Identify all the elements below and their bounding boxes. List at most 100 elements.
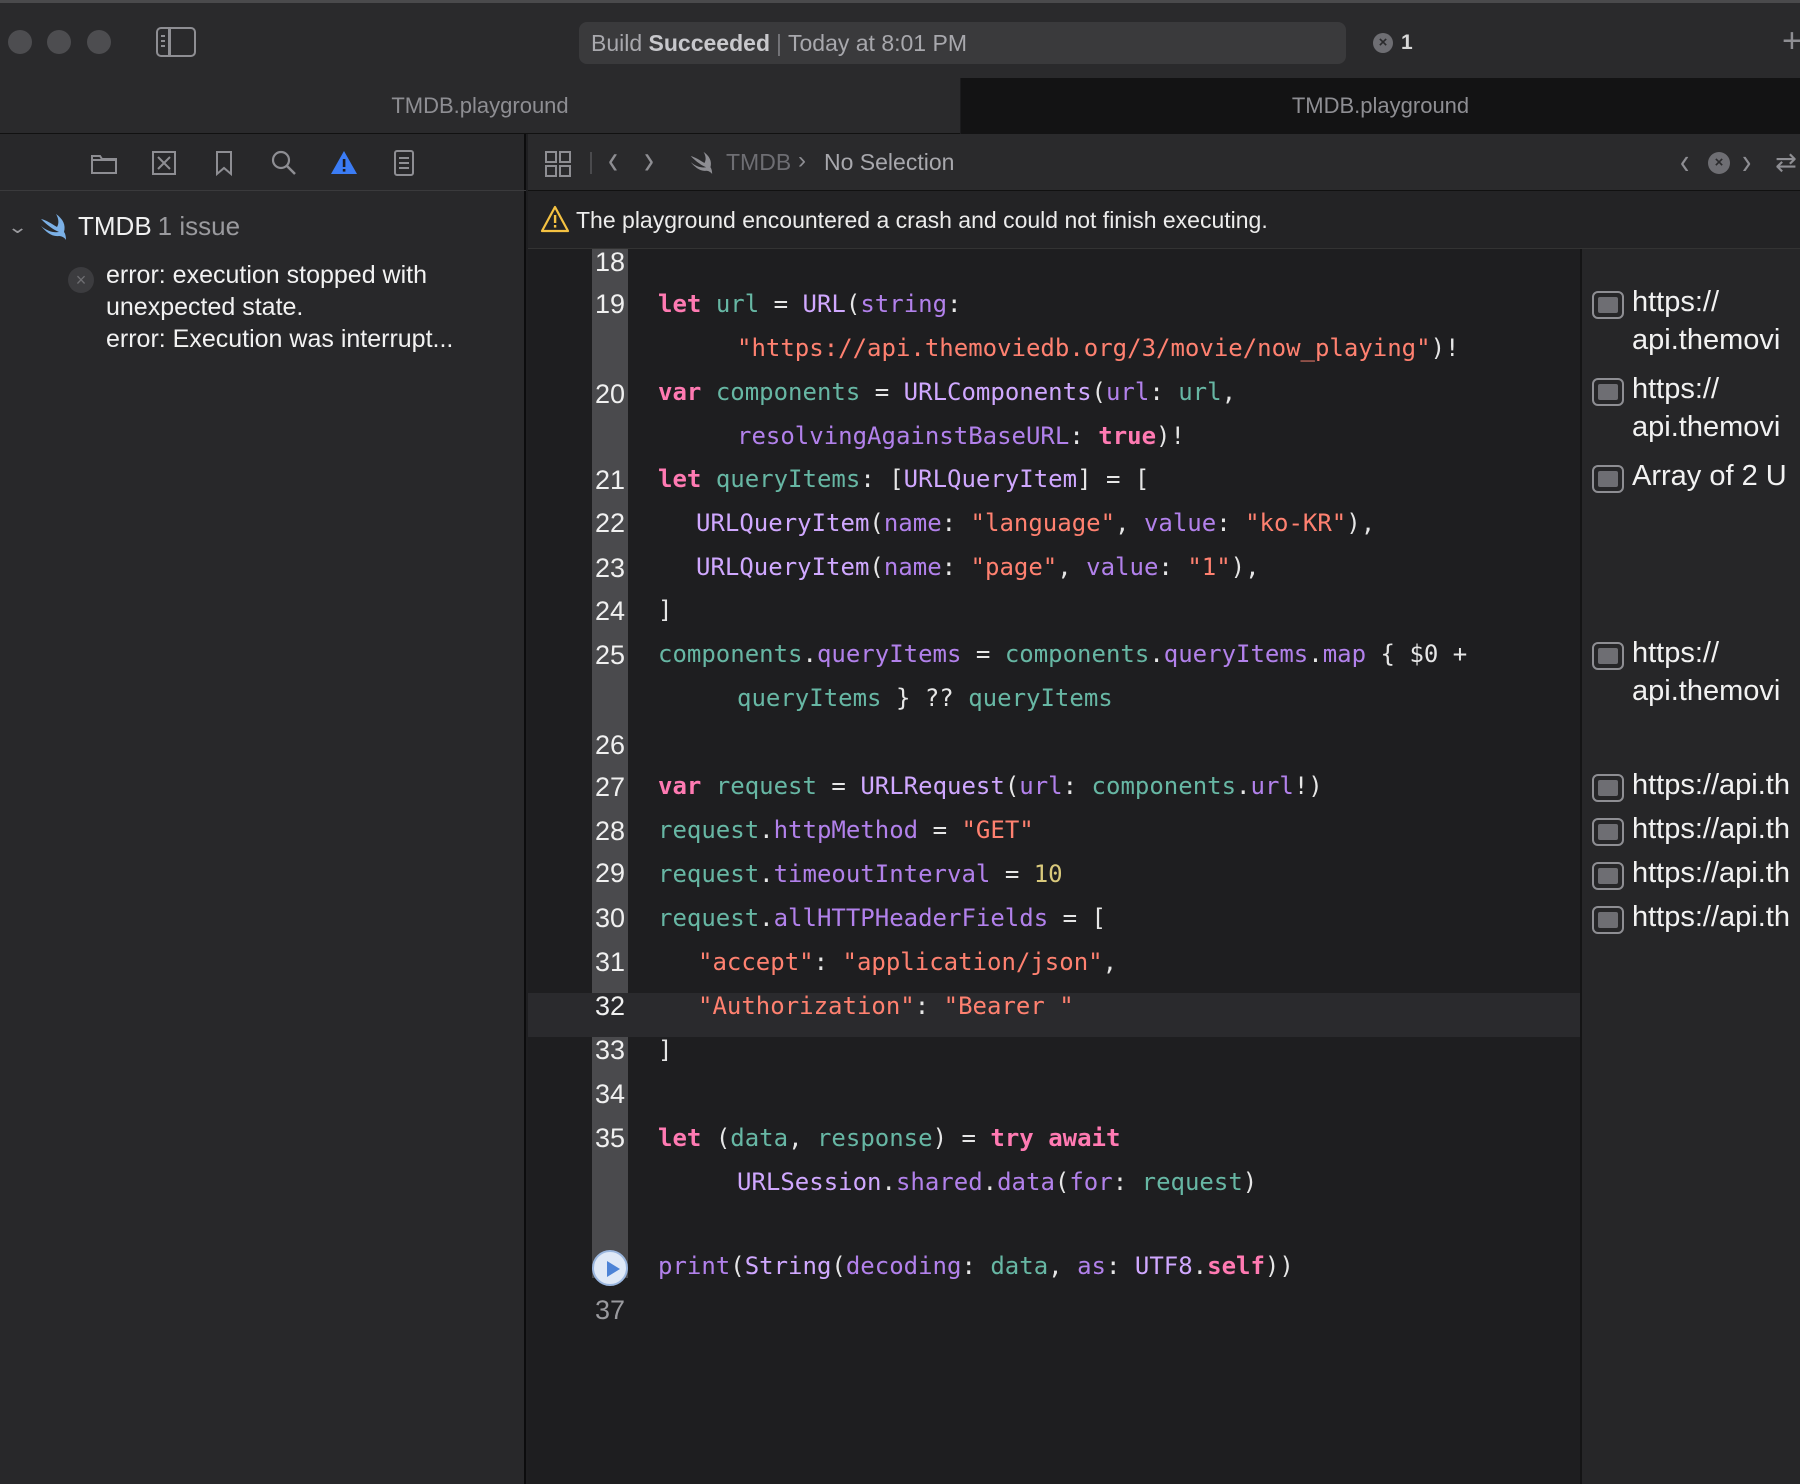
project-issue-header[interactable]: TMDB 1 issue	[78, 211, 240, 242]
code-line: ]	[658, 596, 673, 624]
code-line: "Authorization": "Bearer "	[698, 992, 1074, 1020]
code-line: var components = URLComponents(url: url,	[658, 378, 1237, 406]
line-number: 26	[594, 730, 626, 760]
quick-look-toggle-icon[interactable]	[1592, 774, 1624, 802]
code-line: request.timeoutInterval = 10	[658, 860, 1063, 888]
chevron-right-icon[interactable]: ›	[644, 137, 654, 185]
chevron-left-icon[interactable]: ‹	[608, 137, 618, 185]
swift-icon	[690, 151, 713, 175]
error-message-line[interactable]: error: execution stopped with	[106, 261, 427, 290]
code-line: "accept": "application/json",	[698, 948, 1118, 976]
report-icon[interactable]	[389, 148, 419, 178]
navigator-toolbar	[0, 134, 526, 191]
warning-banner: The playground encountered a crash and c…	[528, 191, 1800, 249]
code-line: "https://api.themoviedb.org/3/movie/now_…	[737, 334, 1460, 362]
line-number: 21	[594, 465, 626, 495]
folder-icon[interactable]	[89, 148, 119, 178]
quick-look-toggle-icon[interactable]	[1592, 465, 1624, 493]
code-line: URLSession.shared.data(for: request)	[737, 1168, 1258, 1196]
activity-viewer: Build Succeeded | Today at 8:01 PM	[579, 22, 1346, 64]
swap-arrows-icon[interactable]: ⇄	[1775, 147, 1797, 178]
minimize-window-button[interactable]	[47, 30, 71, 54]
quick-look-toggle-icon[interactable]	[1592, 818, 1624, 846]
quick-look-toggle-icon[interactable]	[1592, 642, 1624, 670]
issue-warning-icon[interactable]	[329, 148, 359, 178]
line-number: 27	[594, 772, 626, 802]
search-icon[interactable]	[269, 148, 299, 178]
previous-issue-chevron-icon[interactable]: ‹	[1680, 141, 1689, 183]
quick-look-toggle-icon[interactable]	[1592, 862, 1624, 890]
line-number: 35	[594, 1123, 626, 1153]
project-name: TMDB	[78, 211, 152, 241]
jump-bar: ‹ › TMDB › No Selection ‹ × › ⇄	[528, 134, 1800, 191]
breadcrumb-project[interactable]: TMDB	[726, 149, 791, 176]
line-number: 28	[594, 816, 626, 846]
line-number: 22	[594, 508, 626, 538]
tab-bar: TMDB.playground TMDB.playground	[0, 78, 1800, 134]
activity-prefix: Build	[591, 30, 643, 56]
line-number: 33	[594, 1035, 626, 1065]
code-line: var request = URLRequest(url: components…	[658, 772, 1323, 800]
sidebar-toggle-icon[interactable]	[156, 27, 196, 57]
code-line: let queryItems: [URLQueryItem] = [	[658, 465, 1150, 493]
activity-time: Today at 8:01 PM	[787, 30, 967, 56]
add-plus-icon[interactable]: +	[1782, 23, 1800, 59]
results-sidebar: https://api.themovi https://api.themovi …	[1580, 249, 1800, 1484]
bookmark-icon[interactable]	[209, 148, 239, 178]
line-number: 30	[594, 903, 626, 933]
line-number: 32	[594, 991, 626, 1021]
result-text: https://api.themovi	[1632, 373, 1781, 443]
quick-look-toggle-icon[interactable]	[1592, 291, 1624, 319]
line-number: 23	[594, 553, 626, 583]
related-items-grid-icon[interactable]	[544, 150, 572, 178]
code-line: queryItems } ?? queryItems	[737, 684, 1113, 712]
warning-message: The playground encountered a crash and c…	[576, 207, 1268, 233]
error-icon: ×	[1373, 33, 1393, 53]
quick-look-toggle-icon[interactable]	[1592, 378, 1624, 406]
result-text: https://api.th	[1632, 813, 1790, 845]
line-number: 25	[594, 640, 626, 670]
chevron-down-icon[interactable]: ⌄	[7, 217, 28, 238]
tab-tmdb-playground-1[interactable]: TMDB.playground	[0, 78, 960, 134]
warning-icon	[540, 205, 570, 233]
error-message-line[interactable]: unexpected state.	[106, 293, 303, 322]
tab-tmdb-playground-2[interactable]: TMDB.playground	[961, 78, 1800, 134]
zoom-window-button[interactable]	[87, 30, 111, 54]
source-editor[interactable]: 18 19 20 21 22 23 24 25 26 27 28 29 30 3…	[528, 249, 1580, 1484]
error-message-line[interactable]: error: Execution was interrupt...	[106, 325, 453, 354]
code-line: URLQueryItem(name: "language", value: "k…	[696, 509, 1376, 537]
result-text: https://api.th	[1632, 901, 1790, 933]
next-issue-chevron-icon[interactable]: ›	[1742, 141, 1751, 183]
source-control-icon[interactable]	[149, 148, 179, 178]
close-window-button[interactable]	[8, 30, 32, 54]
code-line: request.allHTTPHeaderFields = [	[658, 904, 1106, 932]
result-text: https://api.th	[1632, 769, 1790, 801]
line-number: 29	[594, 858, 626, 888]
breadcrumb-separator-icon: ›	[798, 147, 806, 174]
divider	[590, 152, 592, 174]
result-text: https://api.themovi	[1632, 286, 1781, 356]
window-titlebar: Build Succeeded | Today at 8:01 PM × 1 +	[0, 0, 1800, 78]
result-text: https://api.themovi	[1632, 637, 1781, 707]
quick-look-toggle-icon[interactable]	[1592, 906, 1624, 934]
issue-count-label: 1 issue	[157, 211, 241, 241]
issue-counter-button[interactable]: × 1	[1373, 30, 1413, 56]
editor-area: ‹ › TMDB › No Selection ‹ × › ⇄ The play…	[528, 134, 1800, 1484]
line-number: 24	[594, 596, 626, 626]
code-line: components.queryItems = components.query…	[658, 640, 1468, 668]
line-number: 19	[594, 289, 626, 319]
line-number: 37	[594, 1295, 626, 1325]
breadcrumb-selection[interactable]: No Selection	[824, 149, 954, 176]
error-icon[interactable]: ×	[1708, 152, 1730, 174]
code-line: let (data, response) = try await	[658, 1124, 1121, 1152]
line-number: 34	[594, 1079, 626, 1109]
code-line: URLQueryItem(name: "page", value: "1"),	[696, 553, 1260, 581]
activity-status: Succeeded	[648, 30, 770, 56]
line-number: 18	[594, 249, 626, 277]
code-line: ]	[658, 1036, 673, 1064]
code-line: let url = URL(string:	[658, 290, 962, 318]
issue-count: 1	[1401, 31, 1413, 54]
swift-icon	[41, 214, 66, 240]
run-playground-button[interactable]	[592, 1250, 628, 1286]
navigator-panel: ⌄ TMDB 1 issue × error: execution stopped…	[0, 134, 526, 1484]
